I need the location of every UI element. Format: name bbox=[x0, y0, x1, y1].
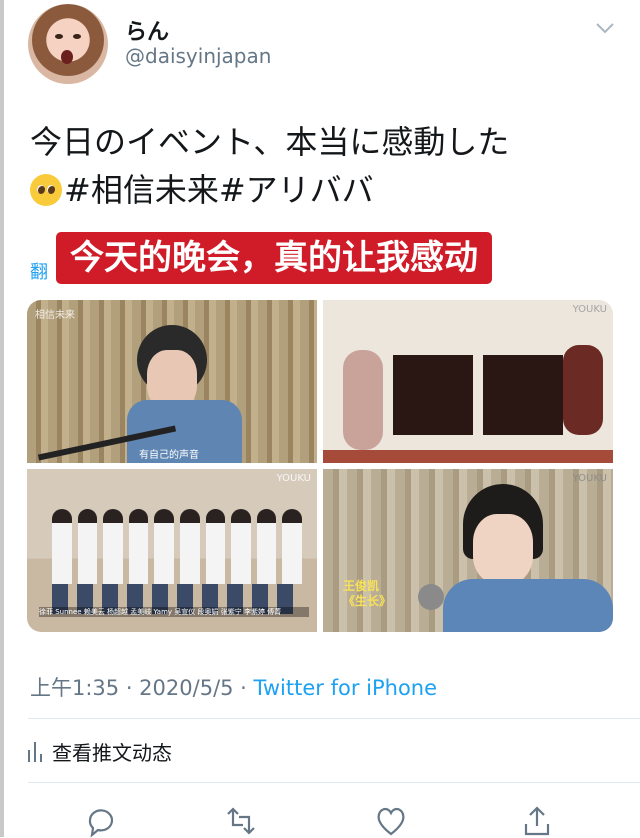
avatar-mouth bbox=[61, 50, 73, 64]
divider bbox=[28, 782, 640, 783]
face-emoji-icon bbox=[30, 174, 62, 206]
tweet-meta: 上午1:35 · 2020/5/5 · Twitter for iPhone bbox=[30, 672, 437, 702]
timestamp: 上午1:35 · 2020/5/5 · bbox=[30, 676, 254, 700]
translate-link[interactable]: 翻 bbox=[30, 258, 48, 284]
avatar[interactable] bbox=[28, 4, 108, 84]
media-tile[interactable]: 相信未来 有自己的声音 bbox=[27, 300, 317, 463]
retweet-icon[interactable] bbox=[224, 804, 258, 838]
activity-chart-icon bbox=[28, 741, 42, 762]
share-icon[interactable] bbox=[520, 804, 554, 838]
reply-icon[interactable] bbox=[84, 804, 118, 838]
activity-label: 查看推文动态 bbox=[52, 741, 172, 765]
source-link[interactable]: Twitter for iPhone bbox=[254, 676, 438, 700]
screen-edge bbox=[0, 0, 4, 837]
microphone bbox=[418, 584, 444, 610]
media-tile[interactable]: YOUKU 徐菲 Sunnee 赖美云 杨超越 孟美岐 Yamy 吴宣仪 段奥娟… bbox=[27, 469, 317, 632]
piano-left bbox=[393, 355, 473, 435]
avatar-eye bbox=[73, 34, 81, 39]
tile-subtitle: 王俊凯 《生长》 bbox=[343, 579, 392, 608]
singer-face bbox=[473, 514, 533, 584]
group-members bbox=[52, 509, 302, 584]
piano-right bbox=[483, 355, 563, 435]
hashtags[interactable]: #相信未来#アリババ bbox=[64, 171, 374, 209]
avatar-eye bbox=[55, 34, 63, 39]
chevron-down-icon[interactable] bbox=[593, 16, 617, 40]
pianist-left bbox=[343, 350, 383, 450]
tile-logo: YOUKU bbox=[572, 304, 607, 315]
tile-logo: YOUKU bbox=[276, 473, 311, 484]
tweet-text: 今日のイベント、本当に感動した #相信未来#アリババ bbox=[30, 118, 620, 214]
denim-jacket bbox=[443, 579, 613, 632]
tile-logo: 相信未来 bbox=[35, 310, 75, 321]
tile-subtitle: 徐菲 Sunnee 赖美云 杨超越 孟美岐 Yamy 吴宣仪 段奥娟 张紫宁 李… bbox=[39, 607, 309, 617]
tile-subtitle: 有自己的声音 bbox=[139, 450, 199, 461]
display-name[interactable]: らん bbox=[125, 14, 169, 46]
tweet-text-line1: 今日のイベント、本当に感動した bbox=[30, 123, 510, 161]
stage-floor bbox=[323, 450, 613, 463]
media-grid: 相信未来 有自己的声音 YOUKU YOUKU 徐菲 Sunnee 赖美云 杨超… bbox=[27, 300, 613, 632]
media-tile[interactable]: YOUKU bbox=[323, 300, 613, 463]
tweet-activity-link[interactable]: 查看推文动态 bbox=[28, 737, 172, 766]
tile-logo: YOUKU bbox=[572, 473, 607, 484]
caption-overlay: 今天的晚会，真的让我感动 bbox=[56, 232, 492, 284]
media-tile[interactable]: YOUKU 王俊凯 《生长》 bbox=[323, 469, 613, 632]
like-icon[interactable] bbox=[374, 804, 408, 838]
divider bbox=[28, 718, 640, 719]
user-handle[interactable]: @daisyinjapan bbox=[125, 44, 271, 68]
pianist-right bbox=[563, 345, 603, 435]
action-bar bbox=[0, 800, 640, 838]
